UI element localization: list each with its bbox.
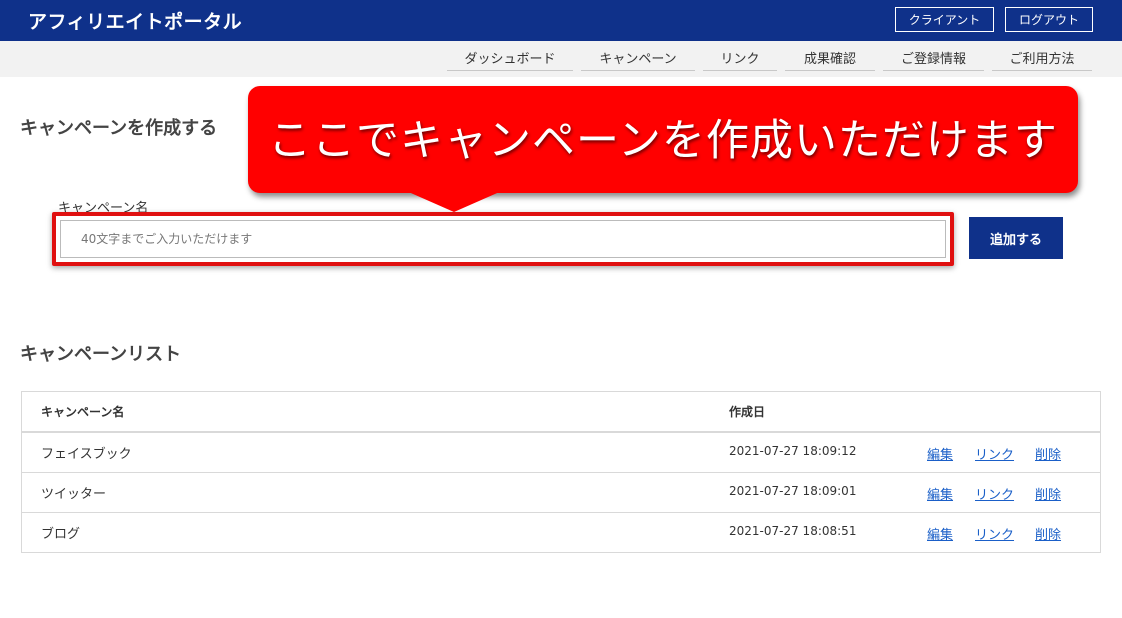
logout-button[interactable]: ログアウト <box>1005 7 1093 32</box>
nav-item-usage[interactable]: ご利用方法 <box>992 48 1092 71</box>
input-highlight-frame <box>52 212 954 266</box>
callout-pointer <box>404 190 504 212</box>
campaign-name-cell: ツイッター <box>41 487 107 502</box>
table-row: フェイスブック 2021-07-27 18:09:12 編集 リンク 削除 <box>22 433 1100 473</box>
campaign-table: キャンペーン名 作成日 フェイスブック 2021-07-27 18:09:12 … <box>21 391 1101 553</box>
nav-item-link[interactable]: リンク <box>703 48 777 71</box>
link-link[interactable]: リンク <box>975 524 1014 543</box>
column-header-date: 作成日 <box>729 405 766 419</box>
create-section-title: キャンペーンを作成する <box>20 118 218 139</box>
delete-link[interactable]: 削除 <box>1035 524 1061 543</box>
brand-title[interactable]: アフィリエイトポータル <box>28 7 242 34</box>
table-header: キャンペーン名 作成日 <box>22 392 1100 433</box>
nav-item-results[interactable]: 成果確認 <box>785 48 875 71</box>
edit-link[interactable]: 編集 <box>927 524 953 543</box>
table-row: ブログ 2021-07-27 18:08:51 編集 リンク 削除 <box>22 513 1100 553</box>
link-link[interactable]: リンク <box>975 444 1014 463</box>
delete-link[interactable]: 削除 <box>1035 484 1061 503</box>
delete-link[interactable]: 削除 <box>1035 444 1061 463</box>
column-header-name: キャンペーン名 <box>41 405 125 419</box>
created-date-cell: 2021-07-27 18:09:12 <box>729 444 857 458</box>
nav-item-dashboard[interactable]: ダッシュボード <box>447 48 573 71</box>
main-nav: ダッシュボード キャンペーン リンク 成果確認 ご登録情報 ご利用方法 <box>0 41 1122 77</box>
nav-item-campaign[interactable]: キャンペーン <box>581 48 695 71</box>
add-campaign-button[interactable]: 追加する <box>969 217 1063 259</box>
edit-link[interactable]: 編集 <box>927 484 953 503</box>
nav-item-registration[interactable]: ご登録情報 <box>883 48 984 71</box>
created-date-cell: 2021-07-27 18:08:51 <box>729 524 857 538</box>
campaign-name-cell: フェイスブック <box>41 447 132 462</box>
campaign-name-input[interactable] <box>60 220 946 258</box>
campaign-name-cell: ブログ <box>41 527 81 542</box>
annotation-callout: ここでキャンペーンを作成いただけます <box>248 86 1078 193</box>
top-header: アフィリエイトポータル クライアント ログアウト <box>0 0 1122 41</box>
created-date-cell: 2021-07-27 18:09:01 <box>729 484 857 498</box>
callout-text: ここでキャンペーンを作成いただけます <box>268 116 1058 166</box>
link-link[interactable]: リンク <box>975 484 1014 503</box>
edit-link[interactable]: 編集 <box>927 444 953 463</box>
table-row: ツイッター 2021-07-27 18:09:01 編集 リンク 削除 <box>22 473 1100 513</box>
client-button[interactable]: クライアント <box>895 7 994 32</box>
list-section-title: キャンペーンリスト <box>20 344 182 365</box>
